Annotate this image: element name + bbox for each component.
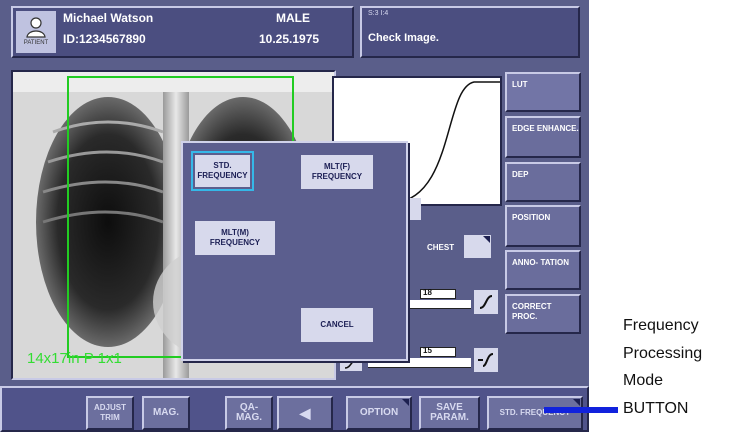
- curve-toggle-2-button[interactable]: [474, 348, 498, 372]
- image-size-label: 14x17in P 1x1: [27, 350, 122, 367]
- annotation-line-2: Processing: [623, 345, 703, 362]
- mag-button[interactable]: MAG.: [142, 396, 190, 430]
- mltm-frequency-button[interactable]: MLT(M) FREQUENCY: [195, 221, 275, 255]
- save-param-button[interactable]: SAVE PARAM.: [419, 396, 480, 430]
- status-message: Check Image.: [368, 32, 439, 44]
- qa-mag-button[interactable]: QA-MAG.: [225, 396, 273, 430]
- console-window: PATIENT Michael Watson ID:1234567890 MAL…: [0, 0, 589, 432]
- tab-edge-enhance[interactable]: EDGE ENHANCE.: [505, 116, 581, 158]
- slider-1[interactable]: 18: [405, 288, 471, 310]
- patient-button[interactable]: PATIENT: [16, 11, 56, 53]
- curve-toggle-1-button[interactable]: [474, 290, 498, 314]
- chest-label: CHEST: [427, 243, 455, 252]
- slider-2-value: 15: [423, 346, 432, 355]
- option-button-label: OPTION: [359, 407, 399, 418]
- option-button[interactable]: OPTION: [346, 396, 412, 430]
- mltf-frequency-button[interactable]: MLT(F) FREQUENCY: [301, 155, 373, 189]
- annotation-line-3: Mode: [623, 372, 664, 389]
- patient-id: ID:1234567890: [63, 32, 146, 46]
- cancel-button[interactable]: CANCEL: [301, 308, 373, 342]
- slider-1-value: 18: [423, 288, 432, 297]
- patient-birth-date: 10.25.1975: [259, 32, 320, 46]
- patient-sex: MALE: [276, 11, 310, 25]
- status-panel: S:3 I:4 Check Image.: [360, 6, 580, 58]
- patient-info-panel: PATIENT Michael Watson ID:1234567890 MAL…: [11, 6, 354, 58]
- annotation-arrow: [544, 407, 618, 413]
- frequency-mode-dialog: STD. FREQUENCY MLT(F) FREQUENCY MLT(M) F…: [181, 141, 408, 361]
- chest-select-button[interactable]: [464, 235, 491, 258]
- adjust-trim-button[interactable]: ADJUST TRIM: [86, 396, 134, 430]
- annotation-line-4: BUTTON: [623, 400, 689, 417]
- patient-name: Michael Watson: [63, 11, 154, 25]
- tab-correct-proc[interactable]: CORRECT PROC.: [505, 294, 581, 334]
- patient-button-label: PATIENT: [23, 40, 49, 46]
- bottom-toolbar: ADJUST TRIM MAG. QA-MAG. ◀ OPTION SAVE P…: [0, 386, 589, 432]
- side-tab-bar: LUT EDGE ENHANCE. DEP POSITION ANNO- TAT…: [505, 72, 581, 334]
- tab-lut[interactable]: LUT: [505, 72, 581, 112]
- std-frequency-selection: STD. FREQUENCY: [191, 151, 254, 191]
- tab-dep[interactable]: DEP: [505, 162, 581, 202]
- annotation-line-1: Frequency: [623, 317, 699, 334]
- curve-arrow-icon: [478, 353, 494, 367]
- tab-position[interactable]: POSITION: [505, 205, 581, 247]
- curve-icon: [479, 295, 493, 309]
- person-icon: [26, 17, 46, 38]
- std-frequency-button[interactable]: STD. FREQUENCY: [195, 155, 250, 187]
- study-code: S:3 I:4: [368, 10, 389, 17]
- tab-annotation[interactable]: ANNO- TATION: [505, 250, 581, 290]
- back-arrow-button[interactable]: ◀: [277, 396, 333, 430]
